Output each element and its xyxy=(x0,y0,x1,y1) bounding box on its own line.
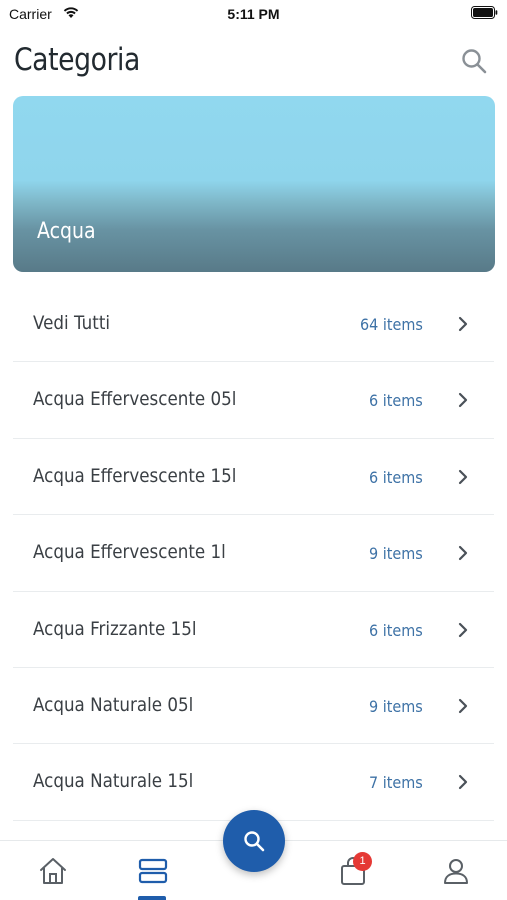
list-item[interactable]: Acqua Naturale 05l 9 items xyxy=(13,668,494,745)
item-label: Acqua Naturale 05l xyxy=(33,693,194,716)
list-item[interactable]: Vedi Tutti 64 items xyxy=(13,286,494,363)
item-label: Acqua Frizzante 15l xyxy=(33,617,197,640)
cart-badge: 1 xyxy=(353,852,372,871)
item-count: 64 items xyxy=(360,315,423,334)
categories-icon[interactable] xyxy=(137,855,169,887)
chevron-right-icon xyxy=(458,316,468,332)
chevron-right-icon xyxy=(458,469,468,484)
item-count: 6 items xyxy=(369,467,423,487)
status-time: 5:11 PM xyxy=(227,6,280,22)
chevron-right-icon xyxy=(458,775,468,790)
category-list: Vedi Tutti 64 items Acqua Effervescente … xyxy=(13,286,494,821)
chevron-right-icon xyxy=(458,698,468,714)
item-label: Acqua Effervescente 05l xyxy=(33,388,237,411)
item-label: Vedi Tutti xyxy=(33,312,111,334)
chevron-right-icon xyxy=(458,622,468,637)
floating-search-button[interactable] xyxy=(223,810,285,872)
home-icon[interactable] xyxy=(37,855,69,887)
list-item[interactable]: Acqua Effervescente 05l 6 items xyxy=(13,362,494,439)
item-label: Acqua Effervescente 1l xyxy=(33,541,226,564)
user-icon[interactable] xyxy=(440,855,472,887)
item-count: 7 items xyxy=(369,773,423,793)
list-item[interactable]: Acqua Effervescente 1l 9 items xyxy=(13,515,494,592)
status-bar: Carrier 5:11 PM xyxy=(0,0,507,28)
active-tab-indicator xyxy=(138,896,166,900)
list-item[interactable]: Acqua Frizzante 15l 6 items xyxy=(13,592,494,668)
item-count: 9 items xyxy=(369,544,423,564)
search-icon[interactable] xyxy=(460,47,488,75)
item-count: 9 items xyxy=(369,696,423,716)
item-label: Acqua Naturale 15l xyxy=(33,770,194,793)
battery-icon xyxy=(471,6,498,19)
page-title: Categoria xyxy=(14,42,140,78)
item-count: 6 items xyxy=(369,620,423,640)
search-icon xyxy=(244,831,265,852)
chevron-right-icon xyxy=(458,393,468,408)
chevron-right-icon xyxy=(458,546,468,561)
banner-title: Acqua xyxy=(37,219,96,244)
item-label: Acqua Effervescente 15l xyxy=(33,464,237,487)
category-banner[interactable]: Acqua xyxy=(13,96,495,272)
item-count: 6 items xyxy=(369,391,423,411)
list-item[interactable]: Acqua Effervescente 15l 6 items xyxy=(13,439,494,516)
